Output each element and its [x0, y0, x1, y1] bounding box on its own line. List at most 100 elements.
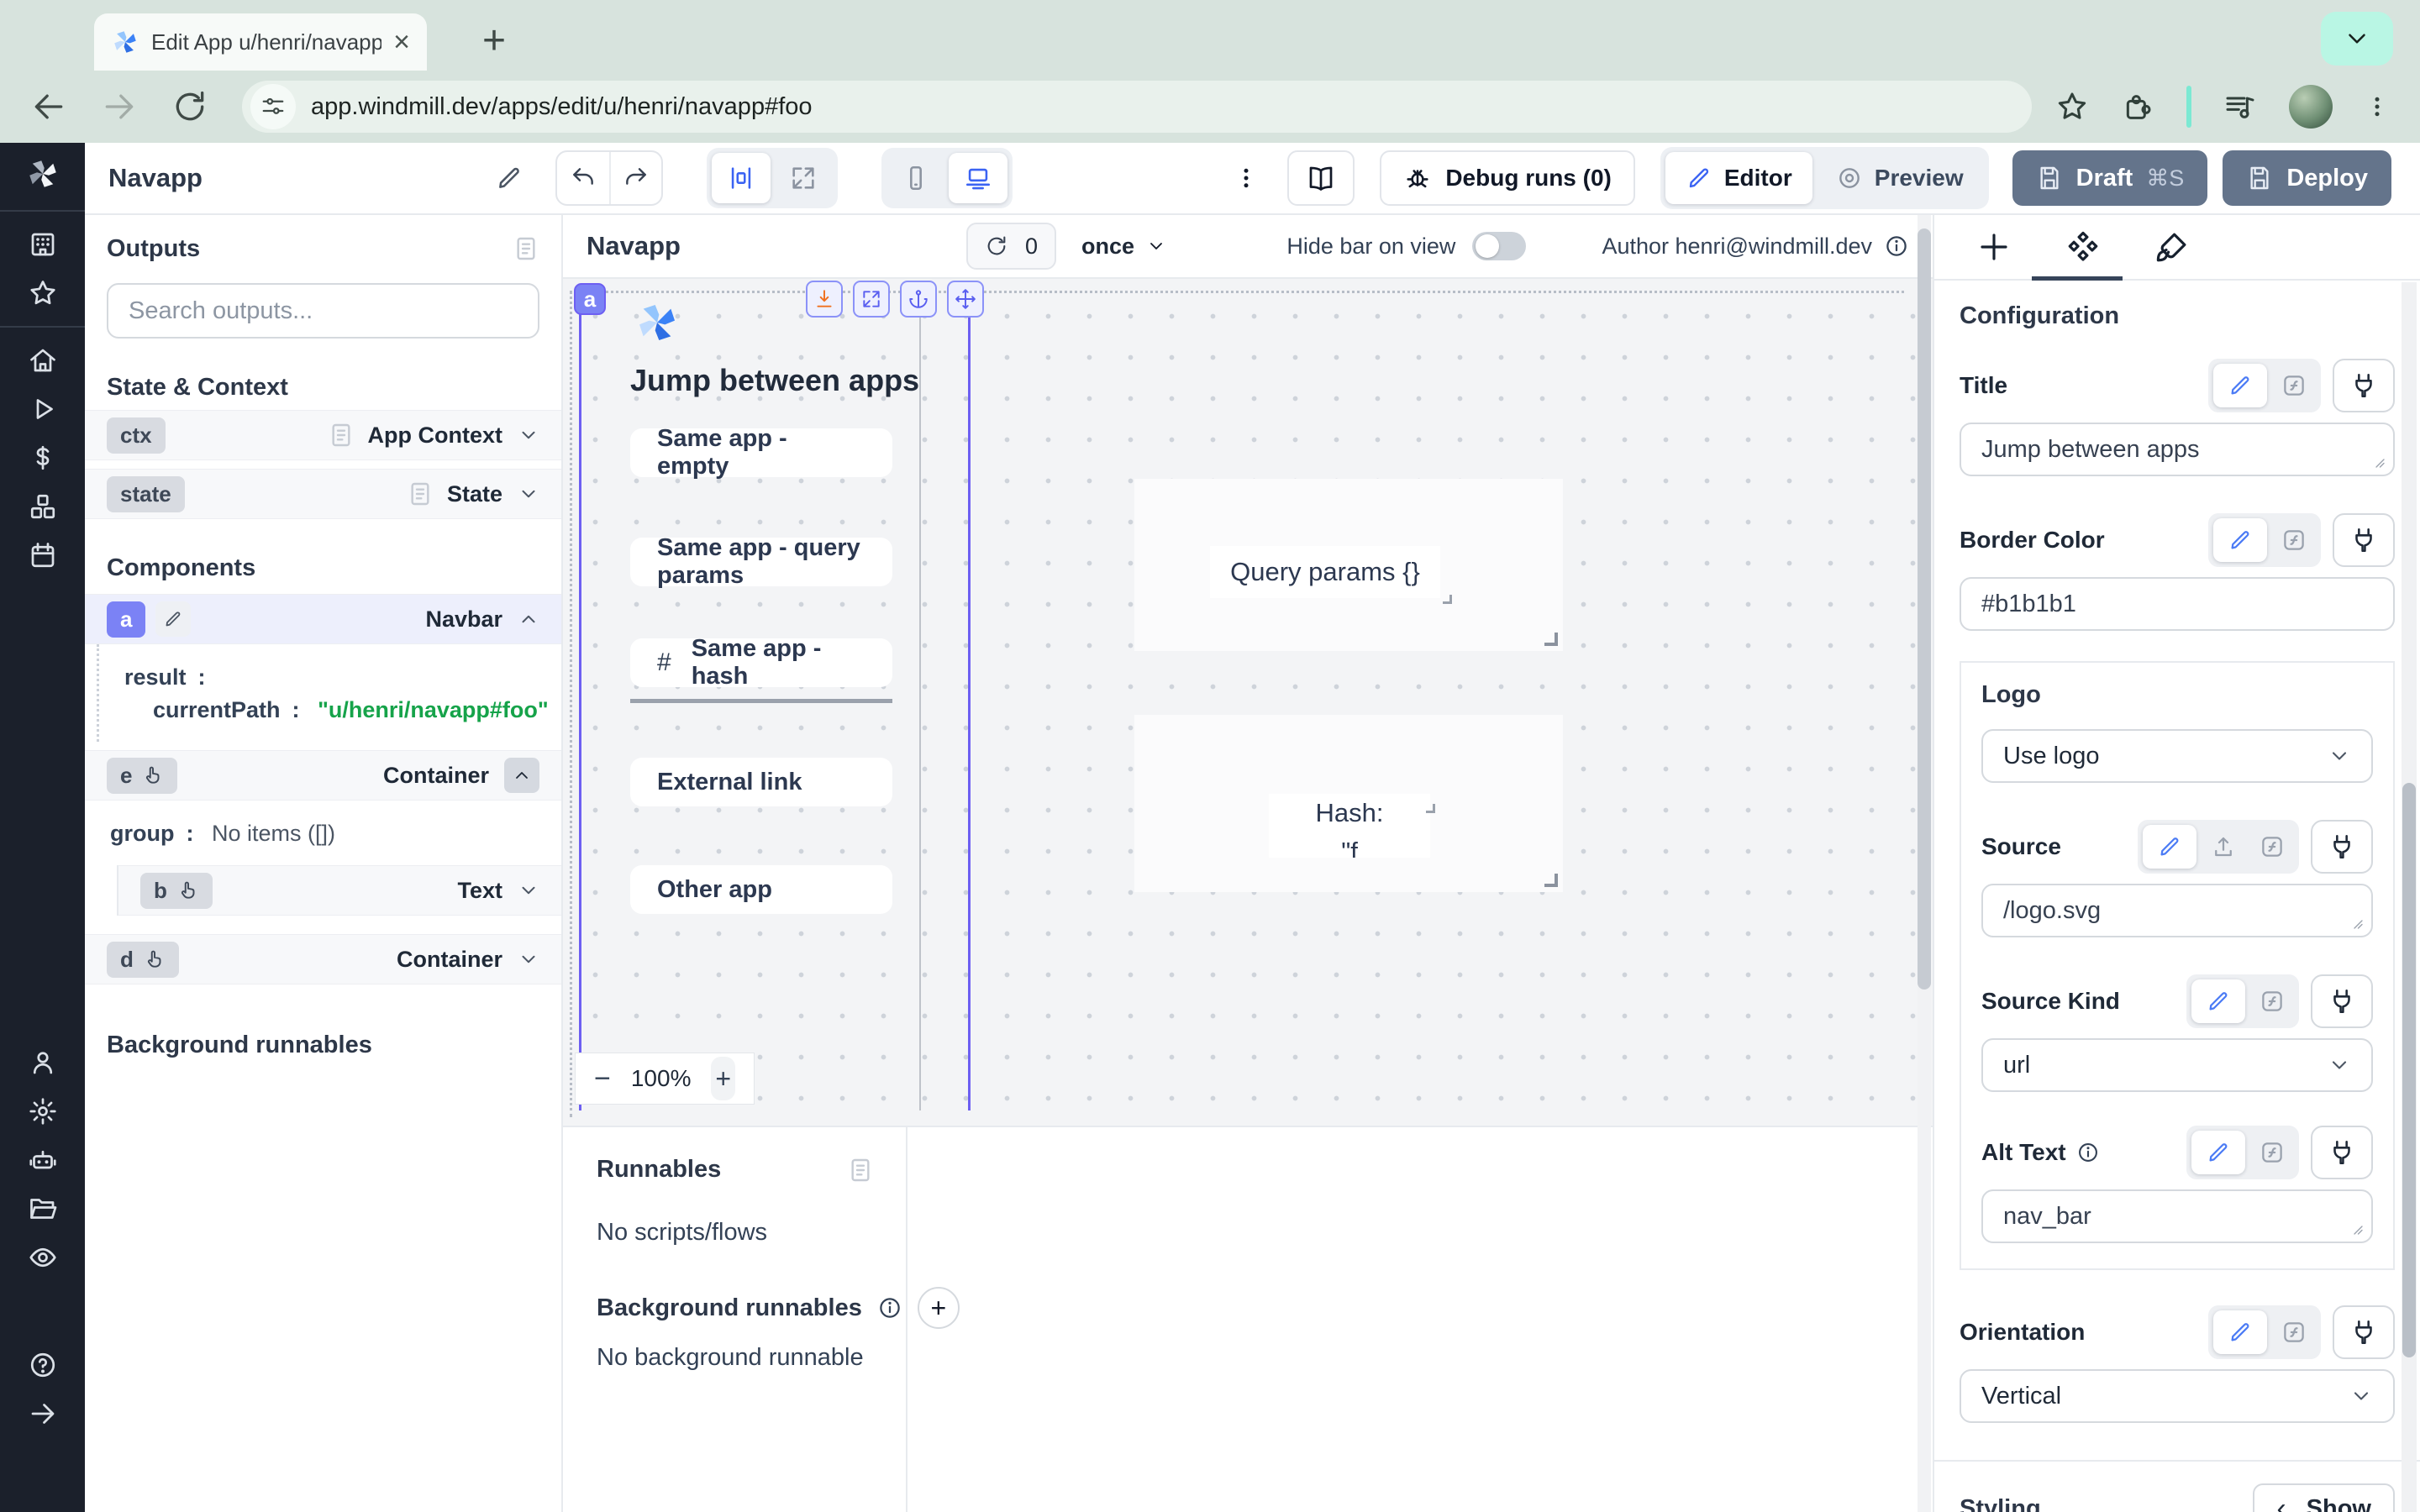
expand-rail-icon[interactable]: [28, 1399, 58, 1429]
browser-menu-icon[interactable]: [2365, 90, 2390, 123]
fx-mode-icon[interactable]: [2272, 1313, 2316, 1352]
fx-mode-icon[interactable]: [2250, 982, 2294, 1021]
docs-button[interactable]: [1287, 150, 1355, 206]
home-icon[interactable]: [28, 345, 58, 375]
alt-text-input[interactable]: [1981, 1189, 2373, 1243]
resources-icon[interactable]: [28, 491, 58, 522]
site-settings-icon[interactable]: [250, 84, 296, 129]
window-chevron-button[interactable]: [2321, 12, 2393, 66]
nav-link-same-app-hash[interactable]: # Same app - hash: [630, 638, 892, 687]
source-input[interactable]: [1981, 884, 2373, 937]
output-row-ctx[interactable]: ctx App Context: [85, 410, 561, 460]
resize-corner-icon[interactable]: [1443, 595, 1452, 604]
centered-layout-button[interactable]: [712, 153, 771, 203]
static-mode-pencil-icon[interactable]: [2213, 1310, 2267, 1354]
outputs-doc-icon[interactable]: [513, 235, 539, 262]
users-icon[interactable]: [28, 1047, 58, 1078]
fullscreen-layout-button[interactable]: [774, 153, 833, 203]
output-row-state[interactable]: state State: [85, 469, 561, 519]
chevron-down-icon[interactable]: [518, 879, 539, 901]
connect-plug-icon[interactable]: [2333, 513, 2395, 567]
hide-bar-toggle[interactable]: [1472, 232, 1526, 260]
styling-show-button[interactable]: ‹ Show: [2253, 1483, 2395, 1512]
chevron-up-icon[interactable]: [518, 608, 539, 630]
reload-icon[interactable]: [171, 88, 208, 125]
settings-scrollbar-thumb[interactable]: [2402, 783, 2416, 1357]
component-settings-tab-icon[interactable]: [2065, 229, 2101, 265]
hash-container[interactable]: Hash: "f: [1134, 715, 1563, 892]
anchor-component-button[interactable]: [900, 281, 937, 318]
info-icon[interactable]: [1884, 234, 1909, 259]
nav-link-same-app-empty[interactable]: Same app - empty: [630, 428, 892, 477]
connect-plug-icon[interactable]: [2333, 1305, 2395, 1359]
new-tab-button[interactable]: +: [467, 13, 521, 67]
redo-button[interactable]: [609, 152, 661, 204]
settings-gear-icon[interactable]: [28, 1096, 58, 1126]
bookmark-star-icon[interactable]: [2055, 90, 2089, 123]
zoom-out-button[interactable]: −: [594, 1064, 611, 1093]
component-row-container-e[interactable]: e Container: [85, 750, 561, 801]
workspace-icon[interactable]: [28, 229, 58, 260]
mobile-view-button[interactable]: [886, 153, 945, 203]
nav-link-external-link[interactable]: External link: [630, 758, 892, 806]
preview-tab[interactable]: Preview: [1816, 152, 1984, 204]
insert-component-tab-icon[interactable]: [1976, 229, 2012, 265]
draft-button[interactable]: Draft ⌘S: [2012, 150, 2208, 206]
workers-robot-icon[interactable]: [28, 1145, 58, 1175]
app-canvas[interactable]: a Jump between apps Same app - empty Sam…: [563, 279, 1933, 1126]
resize-corner-icon[interactable]: [1544, 874, 1558, 887]
component-row-navbar[interactable]: a Navbar: [85, 594, 561, 644]
tab-close-icon[interactable]: ×: [393, 28, 410, 56]
edit-pencil-icon[interactable]: [155, 601, 191, 637]
favorites-star-icon[interactable]: [28, 278, 58, 308]
add-background-runnable-button[interactable]: +: [918, 1287, 960, 1329]
folders-icon[interactable]: [28, 1194, 58, 1224]
chevron-down-icon[interactable]: [518, 948, 539, 970]
css-editor-tab-icon[interactable]: [2154, 229, 2190, 265]
more-menu-icon[interactable]: [1234, 160, 1259, 197]
windmill-logo-icon[interactable]: [25, 156, 60, 192]
logo-select[interactable]: Use logo: [1981, 729, 2373, 783]
profile-avatar[interactable]: [2289, 85, 2333, 129]
center-scrollbar-thumb[interactable]: [1918, 228, 1931, 990]
collapse-component-button[interactable]: [806, 281, 843, 318]
query-params-container[interactable]: Query params {}: [1134, 479, 1563, 651]
forward-icon[interactable]: [101, 88, 138, 125]
extensions-icon[interactable]: [2121, 90, 2154, 123]
title-input[interactable]: [1960, 423, 2395, 476]
search-outputs-input[interactable]: [107, 283, 539, 339]
fx-mode-icon[interactable]: [2250, 1133, 2294, 1172]
static-mode-pencil-icon[interactable]: [2143, 825, 2196, 869]
expand-component-button[interactable]: [853, 281, 890, 318]
component-row-container-d[interactable]: d Container: [85, 934, 561, 984]
connect-plug-icon[interactable]: [2311, 974, 2373, 1028]
back-icon[interactable]: [30, 88, 67, 125]
connect-plug-icon[interactable]: [2333, 359, 2395, 412]
static-mode-pencil-icon[interactable]: [2191, 979, 2245, 1023]
component-row-text-b[interactable]: b Text: [118, 865, 561, 916]
collapse-chevron-up[interactable]: [504, 758, 539, 793]
nav-link-same-app-query-params[interactable]: Same app - query params: [630, 538, 892, 586]
editor-tab[interactable]: Editor: [1665, 152, 1812, 204]
rename-pencil-icon[interactable]: [495, 164, 523, 192]
zoom-in-button[interactable]: +: [711, 1057, 735, 1100]
variables-icon[interactable]: [28, 443, 58, 473]
address-bar[interactable]: app.windmill.dev/apps/edit/u/henri/navap…: [242, 81, 2032, 133]
refresh-mode-dropdown[interactable]: once: [1081, 234, 1166, 260]
info-icon[interactable]: [2076, 1141, 2100, 1164]
schedules-icon[interactable]: [28, 540, 58, 570]
static-mode-pencil-icon[interactable]: [2213, 364, 2267, 407]
fx-mode-icon[interactable]: [2250, 827, 2294, 866]
border-color-input[interactable]: [1960, 577, 2395, 631]
nav-link-other-app[interactable]: Other app: [630, 865, 892, 914]
resize-corner-icon[interactable]: [1426, 804, 1435, 813]
upload-icon[interactable]: [2202, 827, 2245, 866]
refresh-counter[interactable]: 0: [966, 223, 1056, 270]
connect-plug-icon[interactable]: [2311, 1126, 2373, 1179]
desktop-view-button[interactable]: [949, 153, 1007, 203]
audit-eye-icon[interactable]: [28, 1242, 58, 1273]
static-mode-pencil-icon[interactable]: [2191, 1131, 2245, 1174]
fx-mode-icon[interactable]: [2272, 521, 2316, 559]
runs-icon[interactable]: [28, 394, 58, 424]
deploy-button[interactable]: Deploy: [2223, 150, 2391, 206]
